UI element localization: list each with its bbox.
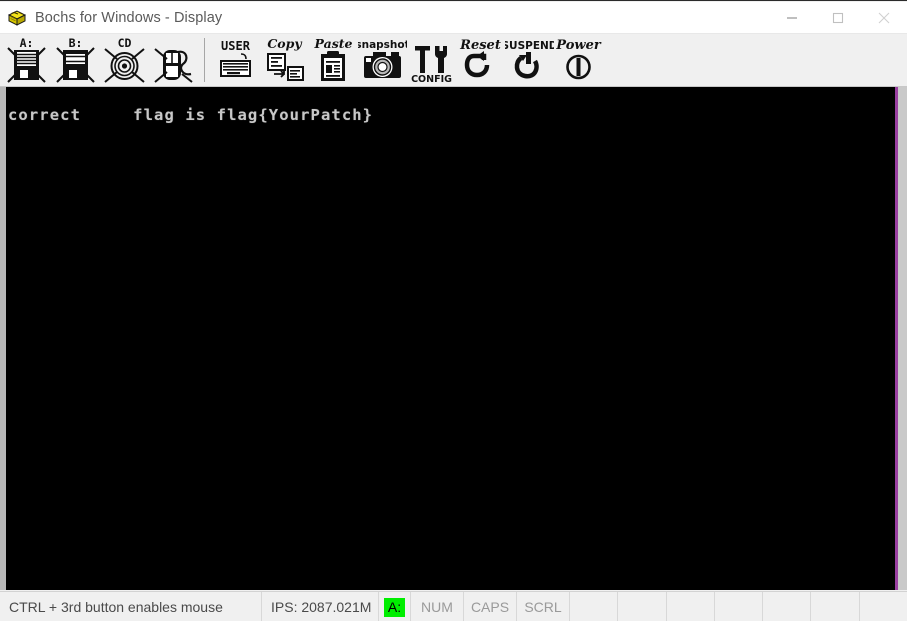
minimize-icon [787, 17, 797, 19]
svg-text:Copy: Copy [267, 36, 302, 51]
title-bar: Bochs for Windows - Display [0, 2, 907, 34]
vga-text-line: correct flag is flag{YourPatch} [8, 105, 374, 124]
display-right-margin [898, 87, 907, 590]
toolbar-button-reset[interactable]: Reset [456, 34, 505, 86]
vga-screen[interactable]: correct flag is flag{YourPatch} [6, 87, 895, 590]
svg-text:SUSPEND: SUSPEND [505, 40, 554, 52]
toolbar-button-floppy-b[interactable]: B: [51, 34, 100, 86]
status-indicator-caps: CAPS [464, 592, 517, 621]
toolbar-separator [204, 38, 205, 82]
status-mouse-message: CTRL + 3rd button enables mouse [0, 592, 262, 621]
camera-icon: snapshot [358, 39, 407, 78]
toolbar-button-config[interactable]: CONFIG [407, 34, 456, 86]
toolbar-button-power[interactable]: Power [554, 34, 603, 86]
status-bar: CTRL + 3rd button enables mouse IPS: 208… [0, 591, 907, 621]
toolbar-button-copy[interactable]: Copy [260, 34, 309, 86]
status-empty-cell [763, 592, 812, 621]
svg-text:USER: USER [221, 39, 251, 53]
bochs-window: Bochs for Windows - Display A: B: CD USE… [0, 0, 907, 621]
svg-text:B:: B: [69, 36, 83, 50]
status-indicator-num: NUM [411, 592, 464, 621]
cdrom-icon: CD [104, 36, 145, 83]
close-icon [878, 12, 890, 24]
toolbar-button-floppy-a[interactable]: A: [2, 34, 51, 86]
maximize-icon [832, 12, 844, 24]
status-floppy-a-led-label: A: [383, 597, 406, 617]
window-controls [769, 2, 907, 33]
toolbar-button-snapshot[interactable]: snapshot [358, 34, 407, 86]
svg-text:CD: CD [118, 36, 132, 50]
toolbar: A: B: CD USER Copy Paste snapshot CONFIG… [0, 34, 907, 87]
svg-text:snapshot: snapshot [358, 39, 407, 51]
status-empty-cell [715, 592, 764, 621]
status-empty-cell [860, 592, 907, 621]
keyboard-icon: USER [220, 39, 251, 77]
toolbar-button-cdrom[interactable]: CD [100, 34, 149, 86]
toolbar-button-paste[interactable]: Paste [309, 34, 358, 86]
minimize-button[interactable] [769, 2, 815, 34]
floppy-b-icon: B: [56, 36, 95, 83]
toolbar-button-suspend[interactable]: SUSPEND [505, 34, 554, 86]
floppy-a-icon: A: [7, 36, 46, 83]
svg-text:Power: Power [555, 38, 602, 53]
status-empty-cell [618, 592, 667, 621]
power-icon: Power [555, 38, 602, 80]
svg-text:Reset: Reset [459, 38, 501, 53]
status-indicator-scrl: SCRL [517, 592, 570, 621]
config-tools-icon: CONFIG [411, 46, 452, 85]
vga-display-area: correct flag is flag{YourPatch} [0, 87, 907, 591]
status-empty-cell [667, 592, 715, 621]
status-ips: IPS: 2087.021M [262, 592, 379, 621]
toolbar-button-mouse[interactable] [149, 34, 198, 86]
svg-text:CONFIG: CONFIG [411, 74, 452, 85]
svg-text:A:: A: [20, 36, 34, 50]
maximize-button[interactable] [815, 2, 861, 34]
status-empty-cell [811, 592, 860, 621]
reset-arrow-icon: Reset [459, 38, 501, 78]
bochs-box-icon [7, 9, 27, 27]
window-title: Bochs for Windows - Display [35, 9, 223, 26]
close-button[interactable] [861, 2, 907, 34]
status-floppy-a-led: A: [379, 592, 411, 621]
copy-icon: Copy [267, 36, 304, 81]
paste-icon: Paste [314, 36, 353, 81]
status-empty-cell [570, 592, 619, 621]
suspend-icon: SUSPEND [505, 40, 554, 79]
mouse-disabled-icon [154, 48, 193, 83]
svg-text:Paste: Paste [314, 36, 353, 51]
toolbar-button-user[interactable]: USER [211, 34, 260, 86]
title-bar-drag-region[interactable]: Bochs for Windows - Display [0, 2, 769, 33]
